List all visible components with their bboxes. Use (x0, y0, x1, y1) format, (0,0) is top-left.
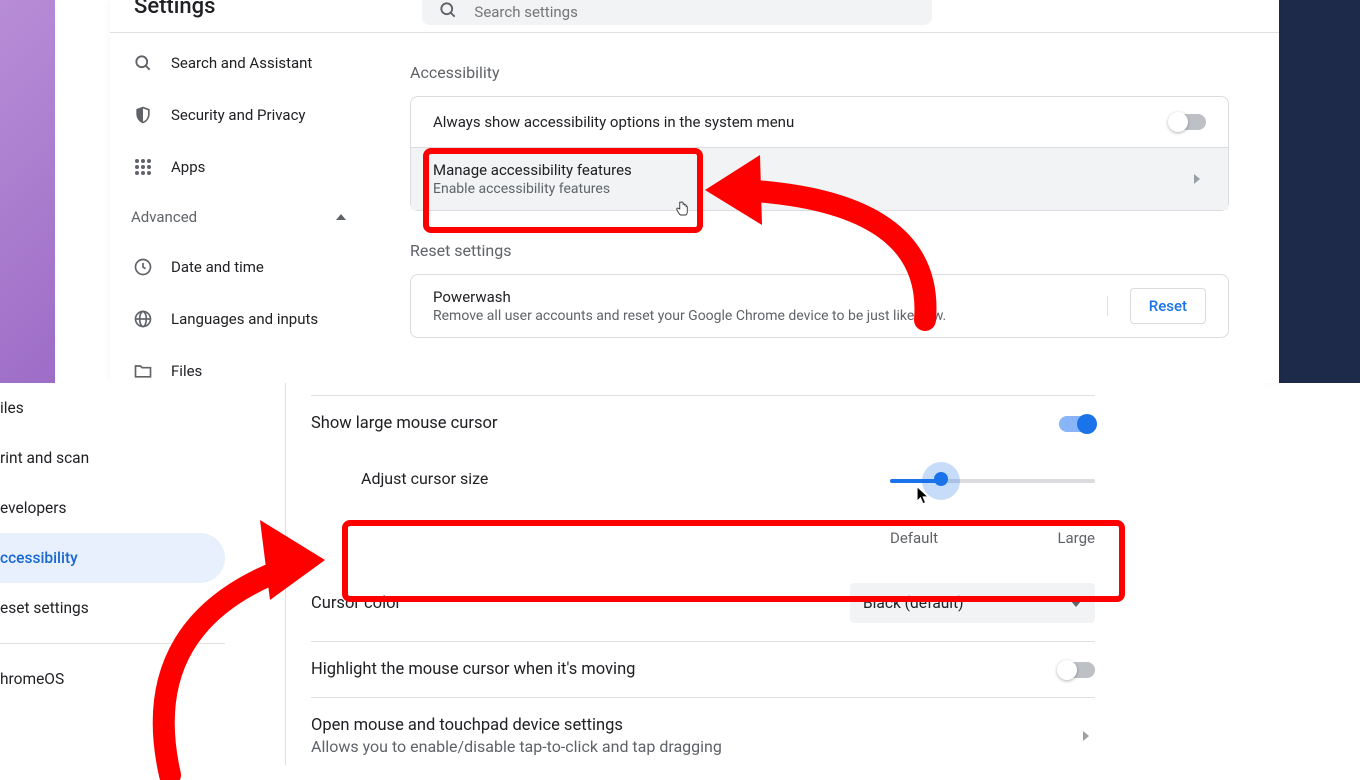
apps-grid-icon (133, 157, 153, 177)
sidebar-item-apps[interactable]: Apps (124, 145, 364, 189)
mouse-settings-content: Show large mouse cursor Adjust cursor si… (285, 383, 1120, 765)
chevron-right-icon (1194, 174, 1200, 184)
search-input[interactable] (474, 3, 916, 21)
mouse-touchpad-settings-row[interactable]: Open mouse and touchpad device settings … (311, 697, 1095, 774)
globe-icon (133, 309, 153, 329)
sidebar-item-print-scan[interactable]: rint and scan (0, 433, 225, 483)
sidebar-item-label: iles (0, 399, 24, 417)
row-label: Always show accessibility options in the… (433, 113, 794, 131)
sidebar-item-developers[interactable]: evelopers (0, 483, 225, 533)
row-subtitle: Allows you to enable/disable tap-to-clic… (311, 737, 722, 756)
sidebar-item-search-assistant[interactable]: Search and Assistant (124, 41, 364, 85)
powerwash-subtitle: Remove all user accounts and reset your … (433, 308, 946, 324)
sidebar-item-label: hromeOS (0, 670, 64, 688)
row-label: Show large mouse cursor (311, 414, 498, 433)
chevron-right-icon (1083, 731, 1089, 741)
chevron-down-icon (1070, 600, 1082, 607)
sidebar-item-label: Apps (171, 158, 205, 176)
sidebar-item-label: Languages and inputs (171, 310, 318, 328)
accessibility-card: Always show accessibility options in the… (410, 96, 1229, 211)
pointer-cursor-icon (673, 198, 691, 220)
search-icon (133, 53, 153, 73)
accessibility-detail-panel: iles rint and scan evelopers ccessibilit… (0, 383, 1265, 765)
clock-icon (133, 257, 153, 277)
settings-header: Settings (110, 0, 1279, 33)
sidebar-item-accessibility[interactable]: ccessibility (0, 533, 225, 583)
sidebar-item-languages-inputs[interactable]: Languages and inputs (124, 297, 364, 341)
show-large-cursor-row[interactable]: Show large mouse cursor (311, 395, 1095, 451)
reset-card: Powerwash Remove all user accounts and r… (410, 274, 1229, 338)
sidebar-item-label: Date and time (171, 258, 264, 276)
sidebar-item-label: eset settings (0, 599, 89, 617)
manage-accessibility-row[interactable]: Manage accessibility features Enable acc… (411, 147, 1228, 210)
always-show-accessibility-toggle[interactable] (1170, 114, 1206, 130)
sidebar-item-security-privacy[interactable]: Security and Privacy (124, 93, 364, 137)
accessibility-sidebar: iles rint and scan evelopers ccessibilit… (0, 383, 225, 704)
cursor-color-label: Cursor color (311, 594, 401, 613)
arrow-cursor-icon (916, 486, 930, 506)
sidebar-item-files[interactable]: iles (0, 383, 225, 433)
page-title: Settings (134, 0, 215, 19)
search-settings-box[interactable] (422, 0, 932, 25)
adjust-cursor-size-label: Adjust cursor size (361, 469, 488, 488)
settings-main-panel: Settings Search and Assistant Security a… (110, 0, 1279, 383)
row-subtitle: Enable accessibility features (433, 181, 632, 197)
highlight-cursor-toggle[interactable] (1059, 662, 1095, 678)
sidebar-item-label: Files (171, 362, 202, 380)
row-title: Manage accessibility features (433, 161, 632, 179)
always-show-accessibility-row[interactable]: Always show accessibility options in the… (411, 97, 1228, 147)
sidebar-item-date-time[interactable]: Date and time (124, 245, 364, 289)
settings-sidebar: Search and Assistant Security and Privac… (110, 33, 378, 401)
shield-icon (133, 105, 153, 125)
sidebar-item-label: Security and Privacy (171, 106, 306, 124)
accessibility-section-title: Accessibility (410, 63, 1229, 82)
cursor-color-select[interactable]: Black (default) (850, 583, 1095, 623)
advanced-header[interactable]: Advanced (124, 197, 364, 237)
sidebar-item-label: Search and Assistant (171, 54, 312, 72)
reset-section-title: Reset settings (410, 241, 1229, 260)
large-cursor-toggle[interactable] (1059, 416, 1095, 432)
folder-icon (133, 361, 153, 381)
sidebar-item-label: ccessibility (0, 549, 78, 567)
sidebar-item-chromeos[interactable]: hromeOS (0, 654, 225, 704)
cursor-color-row: Cursor color Black (default) (311, 565, 1095, 641)
chevron-up-icon (336, 214, 346, 220)
sidebar-item-reset-settings[interactable]: eset settings (0, 583, 225, 633)
highlight-cursor-row[interactable]: Highlight the mouse cursor when it's mov… (311, 641, 1095, 697)
row-title: Open mouse and touchpad device settings (311, 716, 722, 735)
search-icon (438, 0, 458, 24)
slider-min-label: Default (890, 529, 938, 547)
settings-content: Accessibility Always show accessibility … (378, 33, 1279, 401)
sidebar-item-label: evelopers (0, 499, 67, 517)
reset-button[interactable]: Reset (1130, 288, 1206, 324)
advanced-label: Advanced (131, 208, 197, 226)
sidebar-item-label: rint and scan (0, 449, 89, 467)
row-label: Highlight the mouse cursor when it's mov… (311, 660, 635, 679)
divider (0, 643, 225, 644)
cursor-color-value: Black (default) (863, 594, 964, 612)
powerwash-row: Powerwash Remove all user accounts and r… (411, 275, 1228, 337)
slider-max-label: Large (1057, 529, 1095, 547)
powerwash-title: Powerwash (433, 288, 946, 306)
